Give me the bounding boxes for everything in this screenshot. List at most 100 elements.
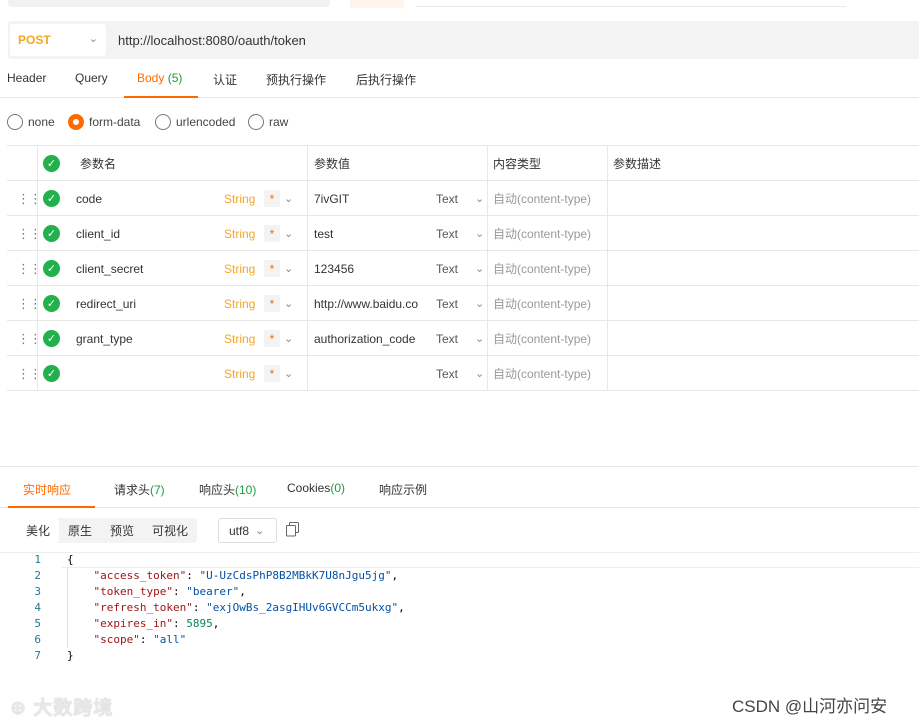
content-type-input[interactable]: 自动(content-type) bbox=[493, 321, 591, 356]
param-name-input[interactable]: redirect_uri bbox=[76, 286, 136, 321]
chevron-down-icon[interactable]: ⌄ bbox=[284, 286, 293, 321]
param-type-select[interactable]: String bbox=[224, 216, 255, 251]
table-header-row: ✓ 参数名 参数值 内容类型 参数描述 bbox=[7, 146, 919, 181]
content-type-input[interactable]: 自动(content-type) bbox=[493, 356, 591, 391]
drag-handle-icon[interactable]: ⋮⋮ bbox=[17, 286, 42, 321]
row-check-icon[interactable]: ✓ bbox=[43, 225, 60, 242]
request-url-bar: POST ⌄ http://localhost:8080/oauth/token bbox=[8, 21, 919, 59]
chevron-down-icon[interactable]: ⌄ bbox=[284, 356, 293, 391]
value-type-select[interactable]: Text bbox=[436, 286, 458, 321]
param-type-select[interactable]: String bbox=[224, 321, 255, 356]
method-select[interactable]: POST ⌄ bbox=[10, 24, 106, 56]
tab-header[interactable]: Header bbox=[7, 71, 46, 85]
param-value-input[interactable]: 7ivGIT bbox=[314, 181, 426, 216]
param-name-input[interactable]: grant_type bbox=[76, 321, 133, 356]
json-key: "access_token" bbox=[93, 569, 187, 582]
tab-pre-request[interactable]: 预执行操作 bbox=[266, 71, 326, 88]
param-value-input[interactable]: http://www.baidu.co bbox=[314, 286, 426, 321]
chevron-down-icon[interactable]: ⌄ bbox=[475, 286, 484, 321]
radio-raw[interactable]: raw bbox=[248, 114, 288, 130]
required-toggle[interactable]: * bbox=[264, 330, 280, 347]
tab-request-headers[interactable]: 请求头(7) bbox=[114, 481, 165, 498]
param-type-select[interactable]: String bbox=[224, 286, 255, 321]
chevron-down-icon[interactable]: ⌄ bbox=[475, 251, 484, 286]
tab-body[interactable]: Body (5) bbox=[137, 71, 182, 85]
response-json-viewer[interactable]: 1{2 "access_token": "U-UzCdsPhP8B2MBkK7U… bbox=[0, 552, 919, 664]
param-value-input[interactable]: test bbox=[314, 216, 426, 251]
chevron-down-icon[interactable]: ⌄ bbox=[284, 216, 293, 251]
radio-urlencoded[interactable]: urlencoded bbox=[155, 114, 235, 130]
required-toggle[interactable]: * bbox=[264, 190, 280, 207]
param-name-input[interactable]: client_id bbox=[76, 216, 120, 251]
drag-handle-icon[interactable]: ⋮⋮ bbox=[17, 181, 42, 216]
drag-handle-icon[interactable]: ⋮⋮ bbox=[17, 356, 42, 391]
param-name-input[interactable]: code bbox=[76, 181, 102, 216]
param-value-input[interactable] bbox=[314, 356, 426, 391]
required-toggle[interactable]: * bbox=[264, 295, 280, 312]
row-check-icon[interactable]: ✓ bbox=[43, 190, 60, 207]
chevron-down-icon[interactable]: ⌄ bbox=[475, 181, 484, 216]
required-toggle[interactable]: * bbox=[264, 225, 280, 242]
value-type-select[interactable]: Text bbox=[436, 181, 458, 216]
select-all-check-icon[interactable]: ✓ bbox=[43, 155, 60, 172]
view-preview[interactable]: 预览 bbox=[101, 518, 143, 543]
drag-handle-icon[interactable]: ⋮⋮ bbox=[17, 216, 42, 251]
line-number: 7 bbox=[34, 649, 41, 662]
row-check-icon[interactable]: ✓ bbox=[43, 330, 60, 347]
code-line: 7} bbox=[0, 648, 919, 664]
chevron-down-icon[interactable]: ⌄ bbox=[284, 321, 293, 356]
radio-none[interactable]: none bbox=[7, 114, 55, 130]
value-type-select[interactable]: Text bbox=[436, 356, 458, 391]
value-type-select[interactable]: Text bbox=[436, 216, 458, 251]
line-number: 3 bbox=[34, 585, 41, 598]
chevron-down-icon[interactable]: ⌄ bbox=[475, 356, 484, 391]
chevron-down-icon[interactable]: ⌄ bbox=[475, 216, 484, 251]
row-check-icon[interactable]: ✓ bbox=[43, 260, 60, 277]
radio-form-data[interactable]: form-data bbox=[68, 114, 140, 130]
tab-live-response[interactable]: 实时响应 bbox=[23, 481, 71, 498]
tab-cookies[interactable]: Cookies(0) bbox=[287, 481, 345, 495]
content-type-input[interactable]: 自动(content-type) bbox=[493, 251, 591, 286]
view-pretty[interactable]: 美化 bbox=[17, 518, 60, 543]
drag-handle-icon[interactable]: ⋮⋮ bbox=[17, 251, 42, 286]
view-visualize[interactable]: 可视化 bbox=[143, 518, 197, 543]
row-check-icon[interactable]: ✓ bbox=[43, 365, 60, 382]
chevron-down-icon[interactable]: ⌄ bbox=[475, 321, 484, 356]
url-input[interactable]: http://localhost:8080/oauth/token bbox=[118, 33, 306, 48]
required-toggle[interactable]: * bbox=[264, 260, 280, 277]
content-type-input[interactable]: 自动(content-type) bbox=[493, 216, 591, 251]
param-type-select[interactable]: String bbox=[224, 356, 255, 391]
tab-auth[interactable]: 认证 bbox=[213, 71, 237, 88]
active-tab-indicator bbox=[124, 96, 198, 98]
param-value-input[interactable]: authorization_code bbox=[314, 321, 426, 356]
header-param-value: 参数值 bbox=[314, 157, 351, 171]
view-raw[interactable]: 原生 bbox=[59, 518, 101, 543]
params-table: ✓ 参数名 参数值 内容类型 参数描述 ⋮⋮ ✓ code String * ⌄ 7ivGI… bbox=[7, 145, 919, 391]
encoding-select[interactable]: utf8 ⌄ bbox=[218, 518, 277, 543]
chevron-down-icon[interactable]: ⌄ bbox=[284, 181, 293, 216]
required-toggle[interactable]: * bbox=[264, 365, 280, 382]
param-name-input[interactable]: client_secret bbox=[76, 251, 143, 286]
table-row: ⋮⋮ ✓ code String * ⌄ 7ivGIT Text ⌄ 自动(content-typ… bbox=[7, 181, 919, 216]
tab-query[interactable]: Query bbox=[75, 71, 108, 85]
json-value: 5895 bbox=[186, 617, 213, 630]
tab-post-request[interactable]: 后执行操作 bbox=[356, 71, 416, 88]
param-type-select[interactable]: String bbox=[224, 181, 255, 216]
row-check-icon[interactable]: ✓ bbox=[43, 295, 60, 312]
content-type-input[interactable]: 自动(content-type) bbox=[493, 286, 591, 321]
value-type-select[interactable]: Text bbox=[436, 251, 458, 286]
copy-icon[interactable] bbox=[286, 522, 300, 537]
tab-response-headers[interactable]: 响应头(10) bbox=[199, 481, 256, 498]
line-number: 6 bbox=[34, 633, 41, 646]
param-type-select[interactable]: String bbox=[224, 251, 255, 286]
chevron-down-icon: ⌄ bbox=[88, 33, 98, 45]
tab-response-examples[interactable]: 响应示例 bbox=[379, 481, 427, 498]
drag-handle-icon[interactable]: ⋮⋮ bbox=[17, 321, 42, 356]
content-type-input[interactable]: 自动(content-type) bbox=[493, 181, 591, 216]
previous-tab-edge bbox=[350, 0, 404, 8]
json-bracket: } bbox=[67, 649, 74, 662]
value-type-select[interactable]: Text bbox=[436, 321, 458, 356]
param-value-input[interactable]: 123456 bbox=[314, 251, 426, 286]
previous-panel-edge bbox=[8, 0, 330, 7]
chevron-down-icon[interactable]: ⌄ bbox=[284, 251, 293, 286]
